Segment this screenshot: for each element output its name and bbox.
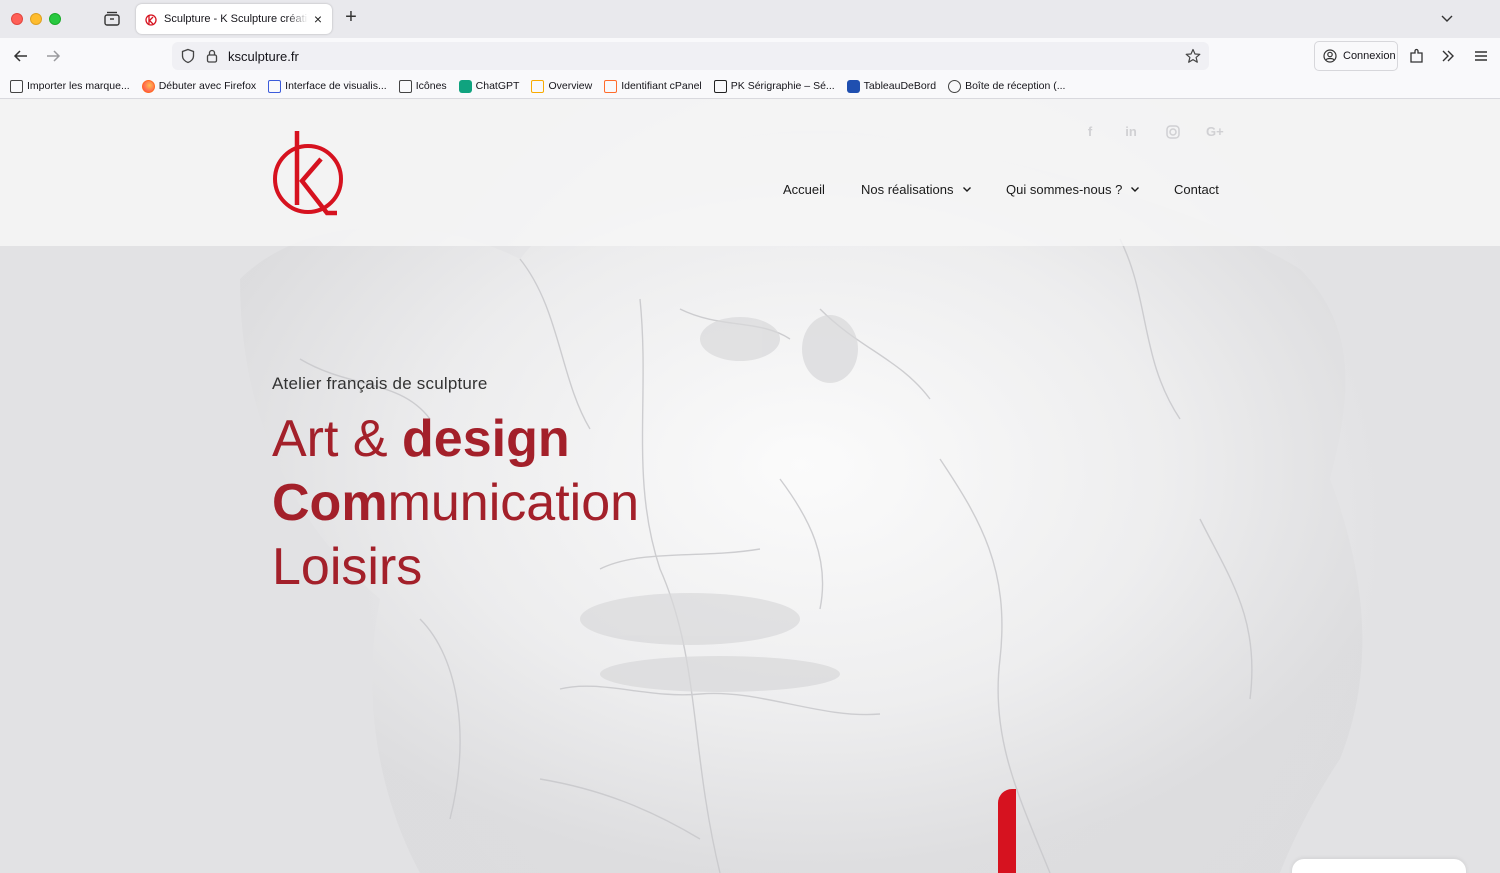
bookmark-label: PK Sérigraphie – Sé... [730,80,835,92]
linkedin-icon[interactable]: in [1123,124,1139,140]
hero-line-1: Art & design [272,409,570,469]
bookmark-label: Importer les marque... [27,80,130,92]
hero-eyebrow: Atelier français de sculpture [272,374,488,393]
browser-tabbar: Sculpture - K Sculpture création × + [0,0,1500,38]
extensions-icon[interactable] [1408,47,1426,65]
minimize-window-button[interactable] [30,13,42,25]
bookmark-label: Boîte de réception (... [965,80,1066,92]
account-label: Connexion [1343,50,1396,62]
hero-line-2-bold: Com [272,474,388,532]
forward-arrow-icon[interactable] [44,47,62,65]
bookmark-item[interactable]: TableauDeBord [846,79,937,93]
bookmark-item[interactable]: Overview [531,79,593,93]
globe-icon [948,79,962,93]
ksculpture-favicon-icon [145,14,157,26]
nav-item-home[interactable]: Accueil [783,179,825,199]
bookmarks-toolbar: Importer les marque... Débuter avec Firef… [0,74,1500,99]
nav-label: Nos réalisations [861,181,954,197]
cpanel-icon [604,79,618,93]
tab-overview-icon[interactable] [103,10,121,28]
new-tab-button[interactable]: + [341,6,361,29]
google-plus-icon[interactable]: G+ [1206,124,1224,140]
bookmark-item[interactable]: Importer les marque... [10,79,130,93]
bookmark-item[interactable]: PK Sérigraphie – Sé... [713,79,835,93]
bookmark-item[interactable]: Interface de visualis... [268,79,387,93]
bookmark-item[interactable]: Icônes [398,79,447,93]
yc-icon [268,79,282,93]
nav-item-works[interactable]: Nos réalisations [861,179,972,199]
ksculpture-logo[interactable] [271,129,345,217]
account-icon [1323,49,1337,63]
chevron-down-icon[interactable] [1440,11,1454,25]
overflow-chevrons-icon[interactable] [1439,47,1457,65]
site-header: f in G+ Accueil Nos réalisations Qui som… [0,99,1500,246]
active-tab[interactable]: Sculpture - K Sculpture création × [136,4,332,34]
dashboard-icon [846,79,860,93]
bookmark-item[interactable]: ChatGPT [458,79,520,93]
nav-item-about[interactable]: Qui sommes-nous ? [1006,179,1140,199]
bookmark-label: Overview [548,80,593,92]
close-window-button[interactable] [11,13,23,25]
facebook-icon[interactable]: f [1082,124,1098,140]
hero-line-2: Communication [272,473,639,533]
tab-title: Sculpture - K Sculpture création [164,13,308,25]
hero-line-1-bold: design [402,410,570,468]
decorative-red-bar [998,789,1016,873]
bookmark-label: Débuter avec Firefox [158,80,257,92]
chevron-down-icon [1131,187,1140,192]
hero-line-1-regular: Art & [272,410,403,468]
bookmark-star-icon[interactable] [1185,48,1201,64]
bookmark-label: Interface de visualis... [285,80,387,92]
nav-label: Qui sommes-nous ? [1006,181,1123,197]
hamburger-menu-icon[interactable] [1472,47,1490,65]
analytics-icon [531,79,545,93]
bookmark-item[interactable]: Boîte de réception (... [948,79,1066,93]
import-icon [10,79,23,93]
web-page: f in G+ Accueil Nos réalisations Qui som… [0,99,1500,873]
tab-close-icon[interactable]: × [312,11,324,27]
nav-label: Accueil [783,181,825,197]
account-button[interactable]: Connexion [1314,41,1398,71]
floating-widget[interactable] [1292,859,1466,873]
zoom-window-button[interactable] [49,13,61,25]
bookmark-label: ChatGPT [475,80,520,92]
chatgpt-icon [458,79,472,93]
hero-line-2-regular: munication [387,474,640,532]
bookmark-item[interactable]: Débuter avec Firefox [141,79,257,93]
instagram-icon[interactable] [1165,124,1181,140]
nav-item-contact[interactable]: Contact [1174,179,1219,199]
bookmark-label: Identifiant cPanel [621,80,702,92]
url-text[interactable]: ksculpture.fr [228,49,299,64]
url-bar[interactable]: ksculpture.fr [172,42,1209,70]
back-arrow-icon[interactable] [12,47,30,65]
lock-icon[interactable] [205,49,219,63]
hero-line-3: Loisirs [272,538,423,596]
nav-label: Contact [1174,181,1219,197]
browser-navbar: ksculpture.fr Connexion [0,38,1500,74]
bookmark-label: Icônes [415,80,447,92]
bookmark-item[interactable]: Identifiant cPanel [604,79,702,93]
shield-icon[interactable] [180,48,196,64]
pk-icon [713,79,727,93]
chevron-down-icon [962,187,971,192]
hand-icon [398,79,412,93]
bookmark-label: TableauDeBord [863,80,937,92]
firefox-icon [141,79,155,93]
